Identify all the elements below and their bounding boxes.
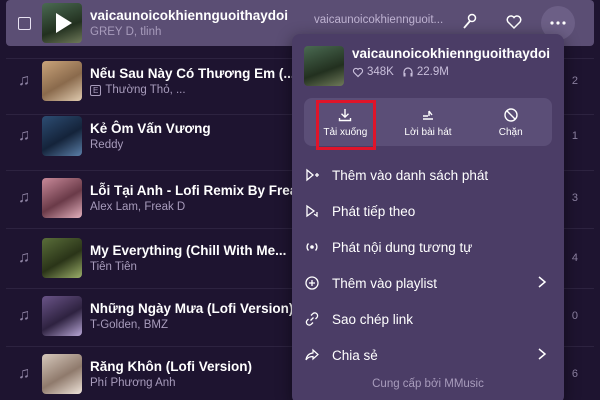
link-icon bbox=[305, 312, 319, 326]
song-title[interactable]: My Everything (Chill With Me... bbox=[90, 243, 286, 258]
song-artists[interactable]: T-Golden, BMZ bbox=[90, 319, 293, 331]
likes-count: 348K bbox=[367, 66, 394, 78]
song-title[interactable]: Lỗi Tại Anh - Lofi Remix By Freak... bbox=[90, 183, 316, 198]
song-artists[interactable]: GREY D, tlinh bbox=[90, 26, 288, 38]
song-duration: 0 bbox=[571, 310, 578, 322]
menu-item-label: Sao chép link bbox=[332, 311, 414, 327]
song-duration: 2 bbox=[571, 75, 578, 87]
menu-item-add-to-queue[interactable]: Thêm vào danh sách phát bbox=[304, 158, 552, 192]
song-thumb[interactable] bbox=[42, 238, 82, 278]
song-artists[interactable]: Phí Phương Anh bbox=[90, 377, 252, 389]
headphones-icon bbox=[403, 67, 413, 77]
song-title[interactable]: Kẻ Ôm Vấn Vương bbox=[90, 121, 211, 136]
music-note-icon: ♫ bbox=[18, 307, 30, 324]
song-title[interactable]: Những Ngày Mưa (Lofi Version) bbox=[90, 301, 293, 316]
block-icon bbox=[503, 107, 518, 122]
menu-song-title: vaicaunoicokhiennguoithaydoi bbox=[352, 46, 551, 61]
song-duration: 3 bbox=[571, 192, 578, 204]
more-dots-icon bbox=[550, 21, 566, 25]
song-thumb-playing[interactable] bbox=[42, 3, 82, 43]
song-duration: 6 bbox=[571, 368, 578, 380]
play-next-icon bbox=[306, 204, 318, 218]
explicit-badge-icon: E bbox=[90, 84, 102, 96]
menu-song-thumb bbox=[304, 46, 344, 86]
song-thumb[interactable] bbox=[42, 178, 82, 218]
song-title: vaicaunoicokhiennguoithaydoi bbox=[90, 8, 289, 23]
song-duration: 1 bbox=[571, 130, 578, 142]
menu-item-label: Thêm vào playlist bbox=[332, 275, 438, 291]
row-checkbox[interactable] bbox=[6, 16, 42, 30]
song-duration: 4 bbox=[571, 252, 578, 264]
menu-item-share[interactable]: Chia sẻ bbox=[304, 338, 552, 372]
chevron-right-icon bbox=[538, 276, 547, 288]
heart-outline-icon bbox=[352, 67, 364, 78]
song-context-menu: vaicaunoicokhiennguoithaydoi 348K 22.9M … bbox=[292, 34, 564, 400]
lyrics-button[interactable]: Lời bài hát bbox=[387, 98, 470, 146]
listens-stat: 22.9M bbox=[402, 66, 449, 78]
provider-note: Cung cấp bởi MMusic bbox=[372, 378, 484, 390]
music-note-icon: ♫ bbox=[18, 127, 30, 144]
listens-count: 22.9M bbox=[416, 66, 449, 78]
lyrics-label: Lời bài hát bbox=[404, 126, 452, 138]
share-icon bbox=[305, 348, 319, 361]
menu-item-play-next[interactable]: Phát tiếp theo bbox=[304, 194, 552, 228]
menu-header: vaicaunoicokhiennguoithaydoi 348K 22.9M bbox=[304, 46, 550, 86]
plus-circle-icon bbox=[305, 276, 319, 290]
block-button[interactable]: Chặn bbox=[469, 98, 552, 146]
download-highlight-annotation bbox=[316, 100, 376, 150]
menu-item-add-to-playlist[interactable]: Thêm vào playlist bbox=[304, 266, 552, 300]
menu-item-label: Phát tiếp theo bbox=[332, 203, 416, 219]
radio-icon bbox=[306, 243, 318, 251]
menu-item-label: Phát nội dung tương tự bbox=[332, 239, 473, 255]
menu-item-copy-link[interactable]: Sao chép link bbox=[304, 302, 552, 336]
lyrics-icon bbox=[423, 110, 433, 120]
chevron-right-icon bbox=[538, 348, 547, 360]
block-label: Chặn bbox=[498, 126, 523, 138]
song-title[interactable]: Răng Khôn (Lofi Version) bbox=[90, 359, 252, 374]
play-icon bbox=[56, 13, 72, 33]
heart-icon[interactable] bbox=[505, 13, 523, 31]
song-artists[interactable]: Thường Thỏ, ... bbox=[105, 84, 185, 96]
song-thumb[interactable] bbox=[42, 61, 82, 101]
queue-add-icon bbox=[306, 168, 319, 182]
song-thumb[interactable] bbox=[42, 354, 82, 394]
karaoke-mic-icon[interactable] bbox=[461, 13, 477, 31]
menu-item-label: Chia sẻ bbox=[332, 347, 378, 363]
song-title[interactable]: Nếu Sau Này Có Thương Em (... bbox=[90, 66, 295, 81]
song-artists[interactable]: Reddy bbox=[90, 139, 211, 151]
song-artists[interactable]: Tiên Tiên bbox=[90, 261, 286, 273]
song-album[interactable]: vaicaunoicokhiennguoit... bbox=[314, 14, 443, 26]
song-thumb[interactable] bbox=[42, 296, 82, 336]
music-note-icon: ♫ bbox=[18, 189, 30, 206]
music-note-icon: ♫ bbox=[18, 249, 30, 266]
song-thumb[interactable] bbox=[42, 116, 82, 156]
likes-stat: 348K bbox=[352, 66, 394, 78]
menu-item-label: Thêm vào danh sách phát bbox=[332, 167, 489, 183]
music-note-icon: ♫ bbox=[18, 365, 30, 382]
menu-item-play-similar[interactable]: Phát nội dung tương tự bbox=[304, 230, 552, 264]
song-artists[interactable]: Alex Lam, Freak D bbox=[90, 201, 316, 213]
music-note-icon: ♫ bbox=[18, 72, 30, 89]
